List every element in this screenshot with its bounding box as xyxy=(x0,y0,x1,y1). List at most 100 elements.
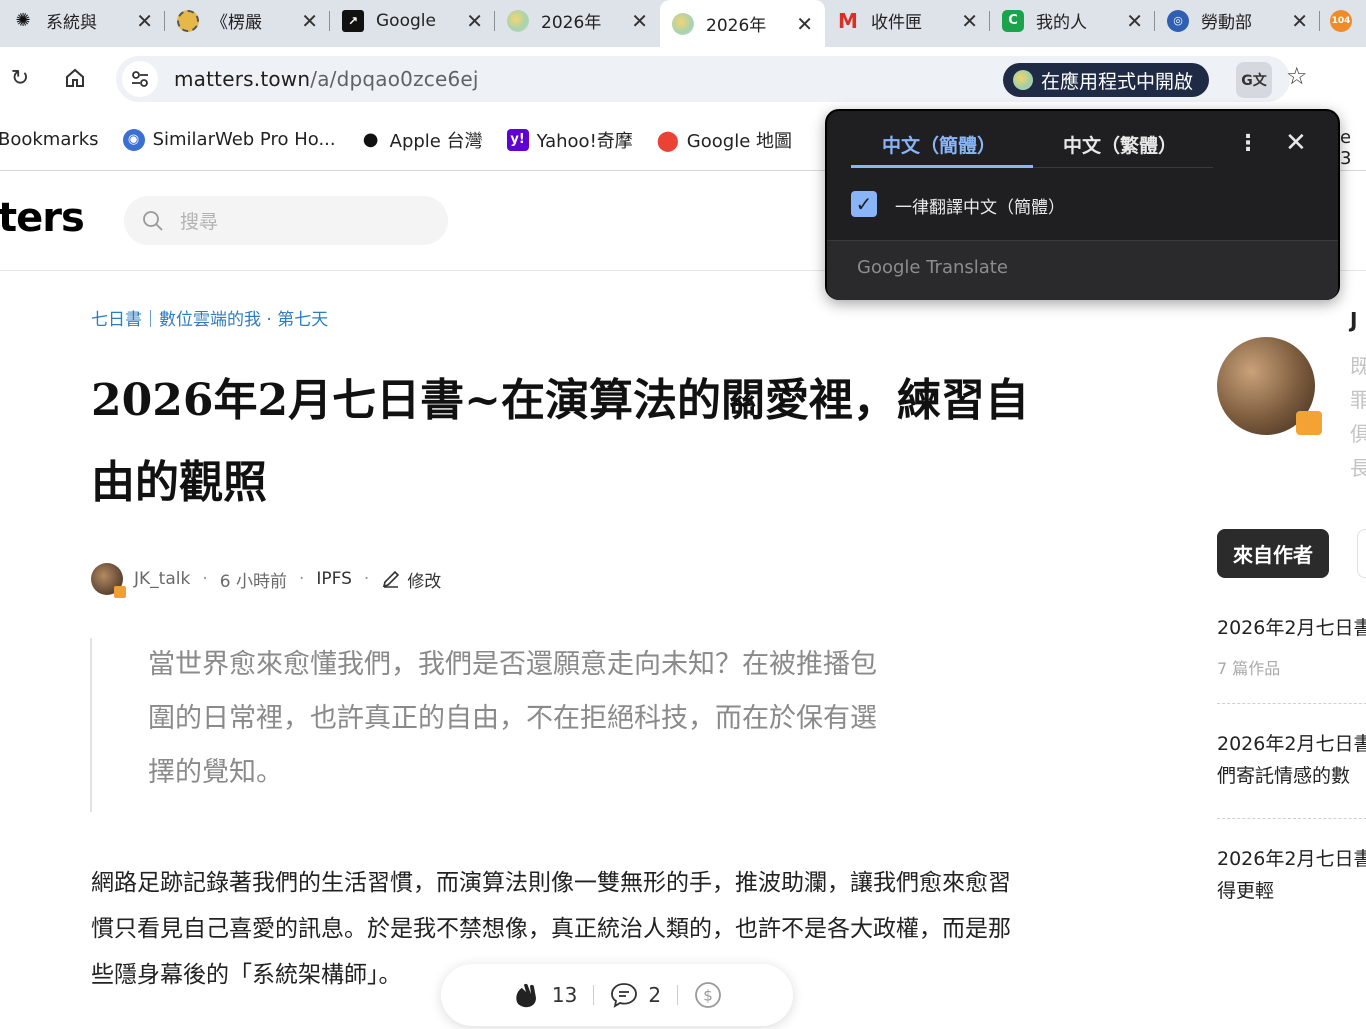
close-tab-icon[interactable]: ✕ xyxy=(631,9,648,33)
external-icon: ↗ xyxy=(342,9,364,32)
translate-icon[interactable]: G文 xyxy=(1236,62,1272,98)
article-summary-quote: 當世界愈來愈懂我們，我們是否還願意走向未知？在被推播包 圍的日常裡，也許真正的自… xyxy=(90,638,990,812)
clap-icon xyxy=(516,983,536,1008)
author-name[interactable]: JK_talk xyxy=(134,569,190,589)
address-bar[interactable]: matters.town/a/dpqao0zce6ej 在應用程式中開啟 G文 … xyxy=(116,56,1308,102)
bookmark-star-icon[interactable]: ☆ xyxy=(1286,62,1308,90)
separator-dot: · xyxy=(363,569,370,589)
pencil-icon xyxy=(383,570,400,588)
close-tab-icon[interactable]: ✕ xyxy=(1126,9,1143,33)
bookmark-label: Yahoo!奇摩 xyxy=(536,130,633,152)
edit-button[interactable]: 修改 xyxy=(381,567,441,592)
bookmark-yahoo[interactable]: y! Yahoo!奇摩 xyxy=(506,127,633,153)
separator-dot: · xyxy=(298,569,305,589)
quote-line: 圍的日常裡，也許真正的自由，不在拒絕科技，而在於保有選 xyxy=(148,703,877,734)
author-badge-icon xyxy=(1296,411,1322,435)
title-line: 2026年2月七日書~在演算法的關愛裡，練習自 xyxy=(91,375,1029,426)
tab-title: 勞動部 xyxy=(1201,13,1252,33)
always-translate-label[interactable]: 一律翻譯中文（簡體） xyxy=(895,193,1065,218)
browser-tab[interactable]: ↗ Google ✕ xyxy=(330,3,495,39)
tab-chinese-traditional[interactable]: 中文（繁體） xyxy=(1063,131,1177,158)
c-icon: C xyxy=(1002,9,1024,32)
similarweb-icon: ◉ xyxy=(122,128,145,151)
tab-next[interactable] xyxy=(1357,529,1366,578)
comment-icon xyxy=(611,983,638,1008)
sidebar-collection-item[interactable]: 2026年2月七日書 xyxy=(1217,612,1366,644)
comment-count: 2 xyxy=(648,983,662,1007)
author-badge-icon xyxy=(114,586,126,598)
tab-title: 我的人 xyxy=(1036,13,1087,33)
browser-tab[interactable]: M 收件匣 ✕ xyxy=(825,3,990,39)
browser-tab[interactable]: 2026年 ✕ xyxy=(495,3,660,39)
app-icon xyxy=(1013,70,1033,90)
author-avatar[interactable] xyxy=(91,563,126,598)
sidebar-bio-char: 罪 xyxy=(1350,388,1366,412)
sidebar-author-initial: J xyxy=(1350,308,1358,332)
reload-icon[interactable]: ↻ xyxy=(2,60,38,96)
bookmark-google-maps[interactable]: ⬤ Google 地圖 xyxy=(657,127,792,153)
ipfs-link[interactable]: IPFS xyxy=(316,569,352,589)
quote-line: 擇的覺知。 xyxy=(148,757,283,788)
body-line: 網路足跡記錄著我們的生活習慣，而演算法則像一雙無形的手，推波助瀾，讓我們愈來愈習 xyxy=(91,870,1011,896)
tab-strip: ✺ 系統與 ✕ 《楞嚴 ✕ ↗ Google ✕ 2026年 ✕ 2026年 ✕… xyxy=(0,0,1366,47)
bookmark-similarweb[interactable]: ◉ SimilarWeb Pro Ho... xyxy=(122,128,336,151)
sidebar-article-item[interactable]: 2026年2月七日書 得更輕 xyxy=(1217,843,1366,907)
browser-tab[interactable]: C 我的人 ✕ xyxy=(990,3,1155,39)
browser-tab-partial[interactable]: 104 xyxy=(1320,3,1366,39)
tab-title: 收件匣 xyxy=(871,13,922,33)
bookmark-label: Google 地圖 xyxy=(686,130,792,152)
article-meta: JK_talk · 6 小時前 · IPFS · 修改 xyxy=(91,563,441,598)
tab-from-author[interactable]: 來自作者 xyxy=(1217,529,1329,578)
bookmark-label: SimilarWeb Pro Ho... xyxy=(152,129,336,150)
close-tab-icon[interactable]: ✕ xyxy=(301,9,318,33)
article-breadcrumb[interactable]: 七日書｜數位雲端的我 · 第七天 xyxy=(91,305,328,330)
edit-label: 修改 xyxy=(407,571,442,592)
browser-tab[interactable]: ◎ 勞動部 ✕ xyxy=(1155,3,1320,39)
yahoo-icon: y! xyxy=(506,128,529,151)
google-translate-logo: Google Translate xyxy=(857,257,1008,278)
close-tab-icon[interactable]: ✕ xyxy=(961,9,978,33)
url-text[interactable]: matters.town/a/dpqao0zce6ej xyxy=(174,67,479,91)
clap-button[interactable]: 13 xyxy=(496,980,593,1010)
divider xyxy=(1217,703,1366,704)
browser-tab[interactable]: ✺ 系統與 ✕ xyxy=(0,3,165,39)
browser-tab[interactable]: 《楞嚴 ✕ xyxy=(165,3,330,39)
search-placeholder: 搜尋 xyxy=(180,211,219,233)
bookmark-apple[interactable]: ● Apple 台灣 xyxy=(360,127,483,153)
open-in-app-label: 在應用程式中開啟 xyxy=(1041,70,1194,93)
sidebar-bio-char: 既 xyxy=(1350,354,1366,378)
svg-text:$: $ xyxy=(703,987,713,1005)
tab-title: 2026年 xyxy=(706,16,767,36)
tab-chinese-simplified[interactable]: 中文（簡體） xyxy=(882,131,996,158)
support-button[interactable]: $ xyxy=(678,981,738,1009)
close-tab-icon[interactable]: ✕ xyxy=(136,9,153,33)
works-count: 7 篇作品 xyxy=(1217,659,1281,678)
apple-icon: ● xyxy=(362,129,379,150)
title-line: 由的觀照 xyxy=(91,457,267,508)
close-tab-icon[interactable]: ✕ xyxy=(796,12,813,36)
bookmark-partial[interactable]: e 3 xyxy=(1340,127,1366,169)
sidebar-item-title: 們寄託情感的數 xyxy=(1217,765,1351,787)
browser-tab-active[interactable]: 2026年 ✕ xyxy=(660,0,825,47)
divider xyxy=(1217,818,1366,819)
always-translate-checkbox[interactable]: ✓ xyxy=(851,191,877,217)
open-in-app-button[interactable]: 在應用程式中開啟 xyxy=(1003,63,1210,97)
close-tab-icon[interactable]: ✕ xyxy=(1291,9,1308,33)
article-action-bar: 13 2 $ xyxy=(441,964,793,1026)
gmail-icon: M xyxy=(838,8,858,33)
sidebar-item-title: 2026年2月七日書 xyxy=(1217,617,1366,639)
home-icon[interactable] xyxy=(57,60,93,96)
bookmark-folder[interactable]: Bookmarks xyxy=(0,129,99,150)
sidebar-article-item[interactable]: 2026年2月七日書 們寄託情感的數 xyxy=(1217,728,1366,792)
clap-count: 13 xyxy=(551,983,578,1007)
close-tab-icon[interactable]: ✕ xyxy=(466,9,483,33)
site-logo[interactable]: ters xyxy=(0,195,85,241)
openai-icon: ✺ xyxy=(15,10,31,31)
site-settings-icon[interactable] xyxy=(122,61,158,97)
search-input[interactable]: 搜尋 xyxy=(124,196,448,245)
more-options-icon[interactable]: ⋮ xyxy=(1237,131,1259,156)
tab-active-indicator xyxy=(851,165,1033,168)
close-icon[interactable]: ✕ xyxy=(1285,128,1307,158)
url-host: matters.town xyxy=(174,67,311,91)
comment-button[interactable]: 2 xyxy=(594,981,677,1009)
